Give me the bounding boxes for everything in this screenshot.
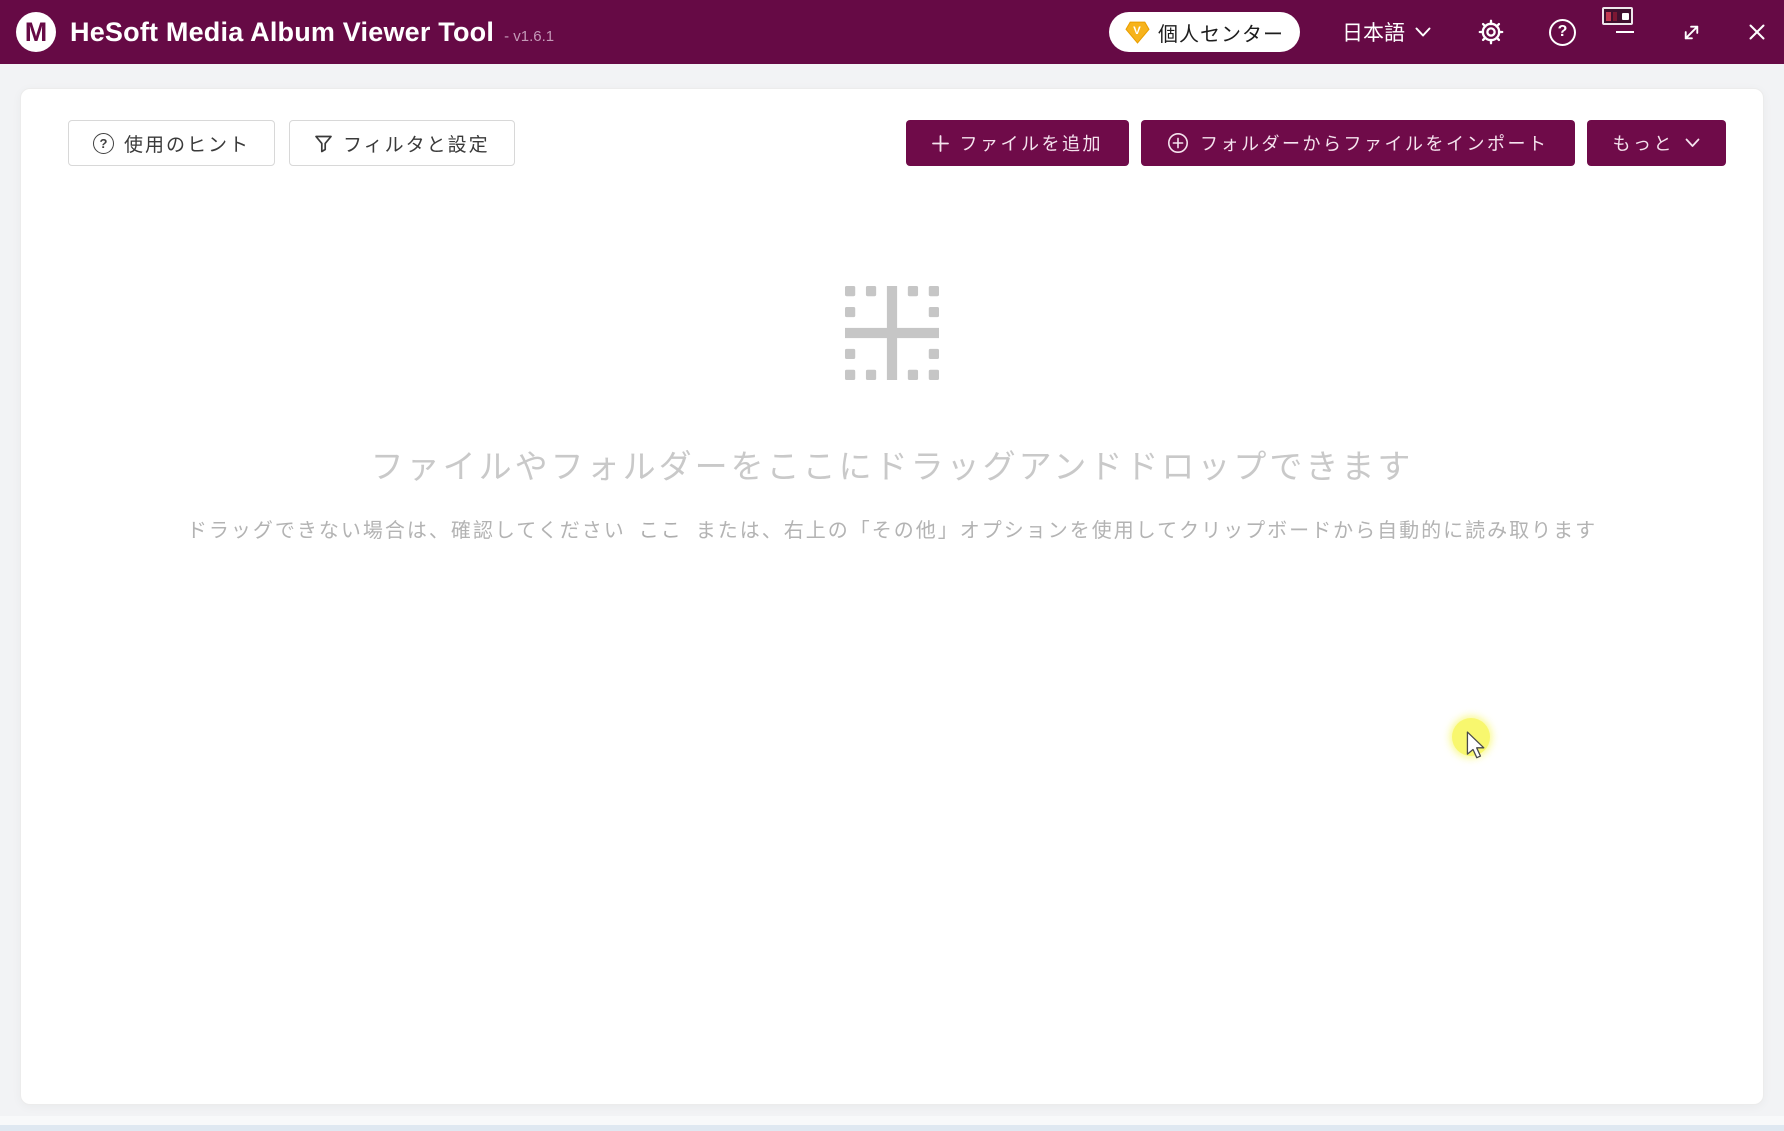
pip-dot xyxy=(1622,13,1629,20)
window-bottom-edge xyxy=(0,1125,1784,1131)
plus-icon xyxy=(932,135,949,152)
pip-stripe xyxy=(1613,12,1617,21)
chevron-down-icon xyxy=(1685,138,1700,148)
add-files-label: ファイルを追加 xyxy=(960,130,1104,156)
window-bottom-fade xyxy=(0,1116,1784,1125)
filter-settings-label: フィルタと設定 xyxy=(343,130,490,157)
title-bar: M HeSoft Media Album Viewer Tool - v1.6.… xyxy=(0,0,1784,64)
vip-gem-icon: V xyxy=(1125,21,1150,44)
dropzone-sub-before: ドラッグできない場合は、確認してください xyxy=(187,520,626,542)
gear-icon xyxy=(1477,18,1505,46)
usage-tips-button[interactable]: ? 使用のヒント xyxy=(68,120,275,166)
resize-button[interactable] xyxy=(1672,10,1710,54)
help-button[interactable]: ? xyxy=(1549,19,1576,46)
pip-stripe xyxy=(1606,12,1611,21)
personal-center-label: 個人センター xyxy=(1158,18,1284,47)
cursor-arrow-icon xyxy=(1466,731,1485,759)
import-folder-label: フォルダーからファイルをインポート xyxy=(1200,130,1549,156)
question-glyph: ? xyxy=(100,136,108,151)
app-version: - v1.6.1 xyxy=(504,19,554,45)
more-button[interactable]: もっと xyxy=(1587,120,1727,166)
app-logo-icon: M xyxy=(16,12,56,52)
question-circle-icon: ? xyxy=(93,133,114,154)
add-files-button[interactable]: ファイルを追加 xyxy=(906,120,1130,166)
close-icon xyxy=(1747,22,1767,42)
filter-icon xyxy=(314,134,333,153)
app-window: M HeSoft Media Album Viewer Tool - v1.6.… xyxy=(0,0,1784,1131)
language-label: 日本語 xyxy=(1342,17,1405,47)
dropzone-sub-text: ドラッグできない場合は、確認してくださいここまたは、右上の「その他」オプションを… xyxy=(187,514,1597,543)
more-label: もっと xyxy=(1613,130,1675,156)
language-selector[interactable]: 日本語 xyxy=(1342,17,1431,47)
toolbar: ? 使用のヒント フィルタと設定 ファイルを追加 xyxy=(21,89,1763,166)
usage-tips-label: 使用のヒント xyxy=(124,130,250,157)
import-folder-button[interactable]: フォルダーからファイルをインポート xyxy=(1141,120,1575,166)
drop-zone-icon xyxy=(845,286,939,380)
chevron-down-icon xyxy=(1415,27,1431,38)
close-button[interactable] xyxy=(1738,10,1776,54)
toolbar-right-group: ファイルを追加 フォルダーからファイルをインポート もっと xyxy=(906,120,1727,166)
minimize-icon xyxy=(1616,31,1634,33)
plus-circle-icon xyxy=(1167,132,1189,154)
help-glyph: ? xyxy=(1558,23,1568,41)
pip-preview-icon xyxy=(1602,7,1633,25)
settings-button[interactable] xyxy=(1477,18,1505,46)
personal-center-button[interactable]: V 個人センター xyxy=(1109,12,1300,52)
dropzone-main-text: ファイルやフォルダーをここにドラッグアンドドロップできます xyxy=(371,440,1414,488)
gem-letter: V xyxy=(1133,25,1142,37)
link-here[interactable]: ここ xyxy=(639,520,683,542)
drop-zone[interactable]: ファイルやフォルダーをここにドラッグアンドドロップできます ドラッグできない場合… xyxy=(21,166,1763,543)
filter-settings-button[interactable]: フィルタと設定 xyxy=(289,120,515,166)
toolbar-left-group: ? 使用のヒント フィルタと設定 xyxy=(68,120,515,166)
dropzone-sub-after: または、右上の「その他」オプションを使用してクリップボードから自動的に読み取りま… xyxy=(696,520,1597,542)
help-icon: ? xyxy=(1549,19,1576,46)
resize-diagonal-icon xyxy=(1681,22,1702,43)
window-controls xyxy=(1606,0,1776,64)
logo-letter: M xyxy=(25,17,48,48)
app-title: HeSoft Media Album Viewer Tool xyxy=(70,17,494,48)
content-card: ? 使用のヒント フィルタと設定 ファイルを追加 xyxy=(20,88,1764,1105)
